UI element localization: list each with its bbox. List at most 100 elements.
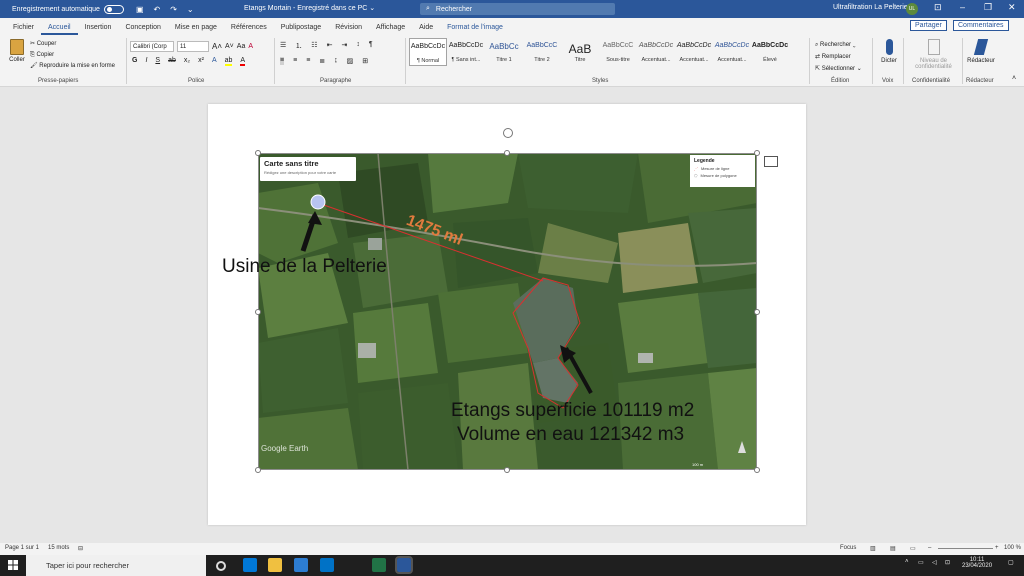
save-icon[interactable]: ▣ [136,5,144,14]
multilevel-icon[interactable]: ☷ [311,41,317,51]
undo-icon[interactable]: ↶ [154,5,161,14]
tab-accueil[interactable]: Accueil [41,24,78,35]
file-explorer-icon[interactable] [268,558,282,572]
language-icon[interactable]: ⊡ [945,559,950,566]
minimize-icon[interactable]: – [960,2,965,12]
autosave[interactable]: Enregistrement automatique [12,4,124,14]
outlook-icon[interactable] [320,558,334,572]
copy-button[interactable]: ⎘ Copier [30,50,115,61]
font-family-select[interactable]: Calibri (Corp [130,41,174,52]
underline-icon[interactable]: S [155,57,160,66]
ribbon-display-icon[interactable]: ⊡ [934,2,942,13]
resize-handle-nw[interactable] [255,150,261,156]
tab-mise-en-page[interactable]: Mise en page [168,24,224,35]
numbering-icon[interactable]: ⒈ [295,41,302,51]
editor-button[interactable]: Rédacteur [966,39,996,64]
windows-start-icon[interactable] [8,560,18,570]
subscript-icon[interactable]: x₂ [184,57,190,66]
show-marks-icon[interactable]: ¶ [369,41,373,51]
read-mode-icon[interactable]: ▥ [870,545,876,552]
page-count[interactable]: Page 1 sur 1 [5,545,39,551]
style-intense-emphasis[interactable]: AaBbCcDc Accentuat... [713,38,751,66]
avatar[interactable]: UL [906,3,918,15]
grow-font-icon[interactable]: A˄ [212,42,222,51]
comments-button[interactable]: Commentaires [953,20,1009,31]
select-button[interactable]: ⇱ Sélectionner ⌄ [815,63,862,75]
style-normal[interactable]: AaBbCcDc ¶ Normal [409,38,447,66]
sort-icon[interactable]: ↕ [356,41,360,51]
word-count[interactable]: 15 mots [48,545,69,551]
tab-publipostage[interactable]: Publipostage [274,24,328,35]
resize-handle-w[interactable] [255,309,261,315]
superscript-icon[interactable]: x² [198,57,204,66]
line-spacing-icon[interactable]: ↨ [334,57,338,65]
font-color-icon[interactable]: A [240,57,246,66]
zoom-out-icon[interactable]: – [928,545,931,551]
sensitivity-button[interactable]: Niveau de confidentialité [906,39,961,70]
share-button[interactable]: Partager [910,20,947,31]
italic-icon[interactable]: I [145,57,147,66]
tab-insertion[interactable]: Insertion [78,24,119,35]
zoom-level[interactable]: 100 % [1004,545,1021,551]
excel-icon[interactable] [372,558,386,572]
network-icon[interactable]: ▭ [918,559,924,566]
resize-handle-s[interactable] [504,467,510,473]
restore-icon[interactable]: ❐ [984,2,992,13]
align-center-icon[interactable]: ≡ [293,57,297,65]
style-heading-1[interactable]: AaBbCc Titre 1 [485,38,523,66]
align-right-icon[interactable]: ≡ [306,57,310,65]
search-box[interactable]: ⌕ Rechercher [420,3,615,15]
decrease-indent-icon[interactable]: ⇤ [327,41,333,51]
tray-overflow-icon[interactable]: ˄ [905,559,909,565]
font-size-select[interactable]: 11 [177,41,209,52]
change-case-icon[interactable]: Aa [237,43,246,50]
shrink-font-icon[interactable]: A˅ [225,43,234,50]
tab-fichier[interactable]: Fichier [6,24,41,35]
tab-format-image[interactable]: Format de l'image [440,24,510,35]
style-emphasis[interactable]: AaBbCcDc Accentuat... [675,38,713,66]
tab-references[interactable]: Références [224,24,274,35]
increase-indent-icon[interactable]: ⇥ [341,41,347,51]
style-heading-2[interactable]: AaBbCcC Titre 2 [523,38,561,66]
cortana-icon[interactable] [216,561,226,571]
highlight-icon[interactable]: ab [224,57,233,66]
clear-format-icon[interactable]: A [248,43,253,50]
taskbar-search[interactable]: Taper ici pour rechercher [26,555,206,576]
close-icon[interactable]: ✕ [1008,2,1016,13]
collapse-ribbon-icon[interactable]: ˄ [1012,75,1016,82]
layout-options-icon[interactable] [764,156,778,167]
store-icon[interactable] [294,558,308,572]
word-icon[interactable] [395,556,413,574]
justify-icon[interactable]: ≣ [319,57,325,65]
clock[interactable]: 10:11 23/04/2020 [962,557,992,569]
customize-icon[interactable]: ⌄ [187,5,194,14]
bullets-icon[interactable]: ☰ [280,41,286,51]
style-subtle-emphasis[interactable]: AaBbCcDc Accentuat... [637,38,675,66]
strikethrough-icon[interactable]: ab [168,57,176,66]
tab-revision[interactable]: Révision [328,24,369,35]
resize-handle-ne[interactable] [754,150,760,156]
user-name[interactable]: Ultrafiltration La Pelterie [833,4,908,11]
paste-button[interactable]: Coller [6,39,28,63]
print-layout-icon[interactable]: ▤ [890,545,896,552]
text-effects-icon[interactable]: A [212,57,217,66]
zoom-slider[interactable] [938,548,993,549]
shading-icon[interactable]: ▨ [347,57,354,65]
style-strong[interactable]: AaBbCcDc Élevé [751,38,789,66]
document-title[interactable]: Etangs Mortain - Enregistré dans ce PC ⌄ [244,4,375,12]
style-no-spacing[interactable]: AaBbCcDc ¶ Sans int... [447,38,485,66]
resize-handle-se[interactable] [754,467,760,473]
tab-affichage[interactable]: Affichage [369,24,412,35]
proofing-icon[interactable]: ⊟ [78,545,83,552]
replace-button[interactable]: ⇄ Remplacer [815,51,862,63]
style-title[interactable]: AaB Titre [561,38,599,66]
resize-handle-sw[interactable] [255,467,261,473]
web-layout-icon[interactable]: ▭ [910,545,916,552]
autosave-toggle[interactable] [103,4,124,14]
redo-icon[interactable]: ↷ [170,5,177,14]
resize-handle-n[interactable] [504,150,510,156]
edge-icon[interactable] [243,558,257,572]
format-painter-button[interactable]: 🖌 Reproduire la mise en forme [30,61,115,72]
borders-icon[interactable]: ⊞ [362,57,368,65]
cut-button[interactable]: ✂ Couper [30,39,115,50]
